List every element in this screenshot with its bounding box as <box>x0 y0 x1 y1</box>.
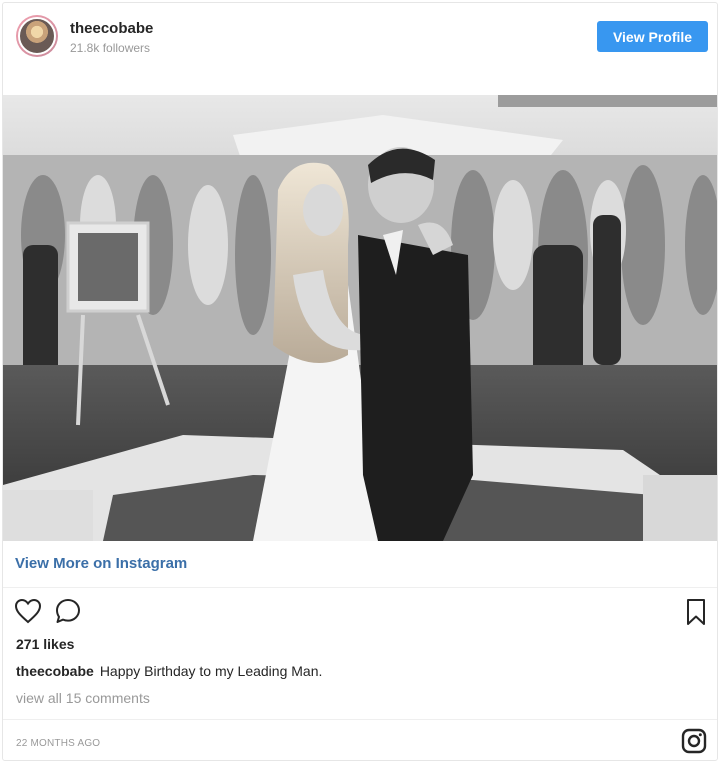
post-timestamp: 22 MONTHS AGO <box>16 738 101 749</box>
wedding-photo-image <box>3 95 717 541</box>
view-profile-button[interactable]: View Profile <box>597 21 708 52</box>
caption-username[interactable]: theecobabe <box>16 663 94 679</box>
view-all-comments-link[interactable]: view all 15 comments <box>16 690 150 706</box>
like-count[interactable]: 271 likes <box>16 636 74 652</box>
avatar-image <box>18 17 56 55</box>
bookmark-icon[interactable] <box>681 597 711 627</box>
view-more-on-instagram-link[interactable]: View More on Instagram <box>15 555 187 572</box>
avatar[interactable] <box>16 15 58 57</box>
caption-text: Happy Birthday to my Leading Man. <box>99 663 323 679</box>
divider <box>3 719 717 720</box>
post-photo[interactable] <box>3 95 717 541</box>
username[interactable]: theecobabe <box>70 20 153 37</box>
post-caption: theecobabe Happy Birthday to my Leading M… <box>16 663 322 679</box>
instagram-icon[interactable] <box>679 726 709 756</box>
instagram-embed-card: theecobabe 21.8k followers View Profile <box>2 2 718 761</box>
comment-icon[interactable] <box>53 596 83 626</box>
post-header: theecobabe 21.8k followers View Profile <box>3 3 717 65</box>
heart-icon[interactable] <box>13 596 43 626</box>
follower-count: 21.8k followers <box>70 41 151 55</box>
divider <box>3 587 717 588</box>
